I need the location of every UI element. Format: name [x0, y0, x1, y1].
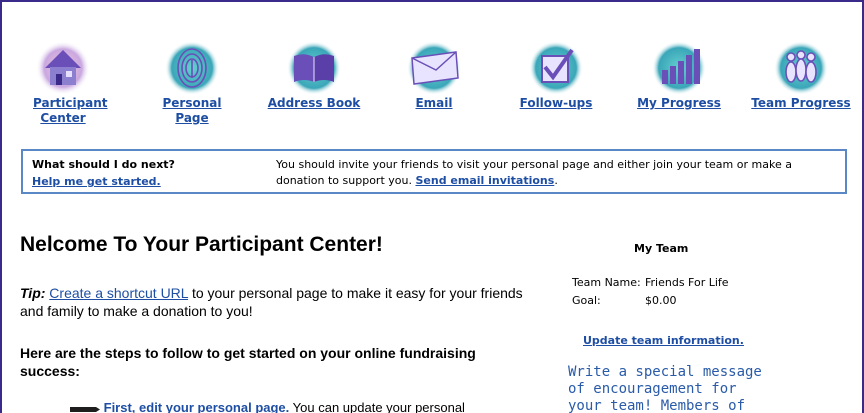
next-steps-message-end: .: [554, 174, 558, 187]
window-border-top: [0, 0, 864, 2]
nav-label-line: My Progress: [637, 96, 721, 110]
next-steps-question: What should I do next?: [32, 158, 175, 171]
first-step-text: You can update your personal: [292, 400, 465, 413]
team-name-value: Friends For Life: [645, 276, 729, 289]
fingerprint-icon: [165, 41, 219, 95]
window-border-left: [0, 0, 2, 413]
book-icon: [287, 41, 341, 95]
nav-address-book[interactable]: Address Book: [267, 38, 361, 111]
tip-label: Tip:: [20, 285, 46, 301]
nav-personal-page[interactable]: Personal Page: [146, 38, 238, 126]
next-steps-box: What should I do next? Help me get start…: [21, 149, 847, 194]
nav-participant-center[interactable]: Participant Center: [33, 38, 108, 126]
nav-team-progress[interactable]: Team Progress: [750, 38, 852, 111]
nav-label-line: Personal Page: [162, 96, 222, 125]
next-steps-message: You should invite your friends to visit …: [276, 157, 842, 189]
page-frame: Participant Center Personal Page Address…: [0, 0, 864, 413]
create-shortcut-url-link[interactable]: Create a shortcut URL: [49, 285, 188, 301]
help-get-started-link[interactable]: Help me get started.: [32, 175, 161, 188]
steps-heading: Here are the steps to follow to get star…: [20, 345, 476, 379]
first-step: First, edit your personal page. You can …: [70, 400, 540, 413]
send-email-invitations-link[interactable]: Send email invitations: [415, 174, 554, 187]
nav-label-line: Center: [40, 111, 86, 125]
my-team-heading: My Team: [634, 242, 689, 255]
team-name-label: Team Name:: [572, 276, 641, 289]
nav-follow-ups[interactable]: Follow-ups: [518, 38, 594, 111]
team-encouragement-link[interactable]: Write a special message of encouragement…: [568, 364, 768, 413]
nav-email[interactable]: Email: [404, 38, 464, 111]
bar-chart-icon: [652, 41, 706, 95]
nav-label-line: Participant: [33, 96, 108, 110]
update-team-information-link[interactable]: Update team information.: [583, 334, 744, 347]
nav-label-line: Email: [415, 96, 453, 110]
nav-label-line: Team Progress: [751, 96, 851, 110]
people-icon: [774, 41, 828, 95]
goal-label: Goal:: [572, 294, 601, 307]
nav-my-progress[interactable]: My Progress: [636, 38, 722, 111]
tip-paragraph: Tip: Create a shortcut URL to your perso…: [20, 284, 530, 320]
nav-label-line: Follow-ups: [519, 96, 593, 110]
nav-label-line: Address Book: [267, 96, 361, 110]
house-icon: [36, 41, 90, 95]
goal-value: $0.00: [645, 294, 677, 307]
edit-personal-page-link[interactable]: First, edit your personal page.: [104, 400, 290, 413]
envelope-icon: [407, 41, 461, 95]
checkmark-icon: [529, 41, 583, 95]
pencil-icon: [70, 406, 100, 412]
page-title: Nelcome To Your Participant Center!: [20, 233, 383, 256]
